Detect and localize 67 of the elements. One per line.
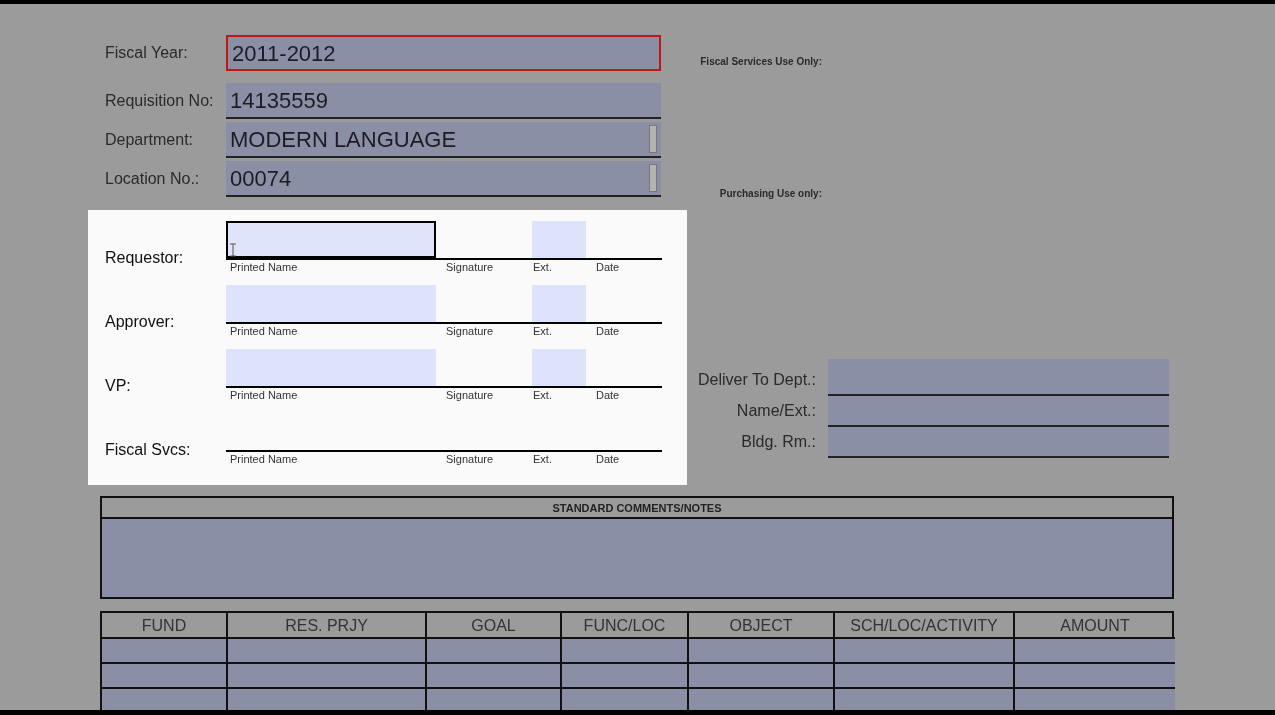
field-caption: Date bbox=[596, 324, 620, 338]
ext-input-field[interactable] bbox=[532, 285, 586, 322]
dropdown-field[interactable]: 00074 bbox=[226, 161, 661, 197]
comments-input-field[interactable] bbox=[102, 519, 1172, 597]
name-input-field[interactable] bbox=[226, 221, 436, 258]
table-input-cell[interactable] bbox=[102, 689, 228, 710]
field-caption: Printed Name bbox=[230, 388, 299, 402]
fiscal-services-note: Fiscal Services Use Only: bbox=[700, 55, 822, 69]
dropdown-handle-icon[interactable] bbox=[649, 125, 657, 153]
field-caption: Ext. bbox=[533, 324, 553, 338]
field-caption: Signature bbox=[446, 452, 495, 466]
table-input-cell[interactable] bbox=[427, 639, 562, 664]
table-input-cell[interactable] bbox=[835, 689, 1015, 710]
name-input-field[interactable] bbox=[226, 349, 436, 386]
table-input-cell[interactable] bbox=[1015, 639, 1175, 664]
field-caption: Date bbox=[596, 452, 620, 466]
delivery-input-field[interactable] bbox=[828, 359, 1169, 396]
input-field[interactable]: 14135559 bbox=[226, 83, 661, 119]
table-input-cell[interactable] bbox=[102, 664, 228, 689]
dropdown-field[interactable]: MODERN LANGUAGE bbox=[226, 122, 661, 158]
ext-input-field[interactable] bbox=[532, 221, 586, 258]
table-input-cell[interactable] bbox=[228, 664, 427, 689]
field-label: Requisition No: bbox=[105, 91, 215, 111]
name-input-field[interactable] bbox=[226, 285, 436, 322]
table-input-cell[interactable] bbox=[562, 664, 689, 689]
delivery-input-field[interactable] bbox=[828, 427, 1169, 458]
table-input-cell[interactable] bbox=[689, 639, 835, 664]
purchasing-note: Purchasing Use only: bbox=[719, 187, 822, 201]
signer-label: VP: bbox=[105, 376, 132, 396]
delivery-label: Name/Ext.: bbox=[735, 401, 817, 421]
field-caption: Ext. bbox=[533, 260, 553, 274]
table-input-cell[interactable] bbox=[102, 639, 228, 664]
delivery-label: Bldg. Rm.: bbox=[740, 432, 817, 452]
field-caption: Signature bbox=[446, 324, 495, 338]
table-input-cell[interactable] bbox=[427, 664, 562, 689]
delivery-label: Deliver To Dept.: bbox=[697, 370, 817, 390]
field-label: Department: bbox=[105, 130, 195, 150]
table-input-cell[interactable] bbox=[1015, 689, 1175, 710]
field-caption: Signature bbox=[446, 388, 495, 402]
field-label: Fiscal Year: bbox=[105, 43, 189, 63]
field-caption: Signature bbox=[446, 260, 495, 274]
signer-label: Fiscal Svcs: bbox=[105, 440, 192, 460]
field-caption: Ext. bbox=[533, 388, 553, 402]
field-caption: Date bbox=[596, 388, 620, 402]
table-input-cell[interactable] bbox=[228, 689, 427, 710]
table-input-cell[interactable] bbox=[427, 689, 562, 710]
table-input-cell[interactable] bbox=[562, 689, 689, 710]
field-caption: Printed Name bbox=[230, 260, 299, 274]
table-input-cell[interactable] bbox=[689, 664, 835, 689]
dropdown-handle-icon[interactable] bbox=[649, 164, 657, 192]
field-caption: Printed Name bbox=[230, 452, 299, 466]
input-field[interactable]: 2011-2012 bbox=[226, 35, 661, 71]
table-input-cell[interactable] bbox=[562, 639, 689, 664]
field-caption: Date bbox=[596, 260, 620, 274]
table-input-cell[interactable] bbox=[1015, 664, 1175, 689]
signer-label: Approver: bbox=[105, 312, 176, 332]
table-input-cell[interactable] bbox=[835, 664, 1015, 689]
delivery-input-field[interactable] bbox=[828, 396, 1169, 427]
signer-label: Requestor: bbox=[105, 248, 185, 268]
text-cursor-icon bbox=[230, 243, 236, 257]
field-caption: Printed Name bbox=[230, 324, 299, 338]
table-input-cell[interactable] bbox=[228, 639, 427, 664]
table-input-cell[interactable] bbox=[689, 689, 835, 710]
ext-input-field[interactable] bbox=[532, 349, 586, 386]
field-caption: Ext. bbox=[533, 452, 553, 466]
field-label: Location No.: bbox=[105, 169, 201, 189]
table-input-cell[interactable] bbox=[835, 639, 1015, 664]
